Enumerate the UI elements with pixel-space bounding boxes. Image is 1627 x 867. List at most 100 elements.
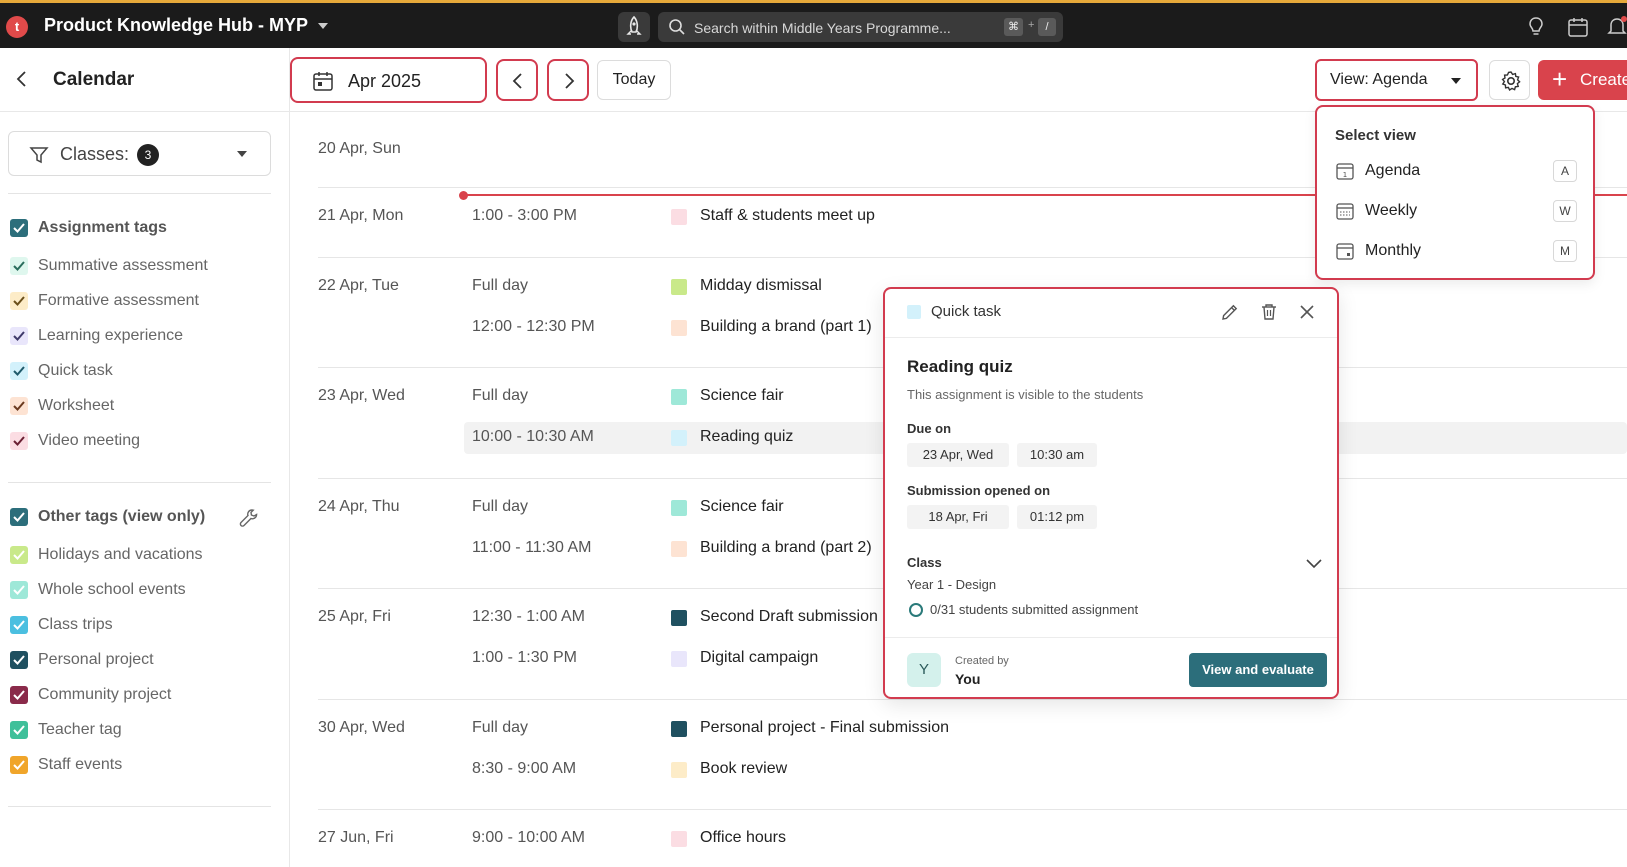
tag-filter-learning-experience[interactable]: Learning experience — [10, 324, 280, 348]
event-title[interactable]: Building a brand (part 1) — [700, 318, 872, 336]
today-button[interactable]: Today — [597, 60, 671, 100]
checkbox[interactable] — [10, 581, 28, 599]
calendar-icon[interactable] — [1567, 16, 1589, 38]
rocket-button[interactable] — [618, 12, 650, 42]
event-title[interactable]: Science fair — [700, 498, 784, 516]
search-placeholder: Search within Middle Years Programme... — [694, 20, 951, 36]
task-visibility-note: This assignment is visible to the studen… — [907, 387, 1144, 402]
event-title[interactable]: Staff & students meet up — [700, 207, 875, 225]
view-option-monthly[interactable]: Monthly M — [1335, 237, 1577, 267]
settings-button[interactable] — [1489, 60, 1530, 100]
checkbox[interactable] — [10, 292, 28, 310]
event-title[interactable]: Midday dismissal — [700, 277, 822, 295]
due-on-label: Due on — [907, 421, 952, 436]
month-picker[interactable]: Apr 2025 — [290, 57, 487, 103]
event-color-swatch — [671, 831, 687, 847]
tag-label: Learning experience — [38, 327, 183, 344]
class-value: Year 1 - Design — [907, 577, 997, 592]
checkmark-icon — [13, 760, 25, 770]
checkbox[interactable] — [10, 756, 28, 774]
view-selector[interactable]: View: Agenda — [1315, 59, 1478, 101]
checkbox[interactable] — [10, 651, 28, 669]
tag-filter-video-meeting[interactable]: Video meeting — [10, 429, 280, 453]
checkmark-icon — [13, 550, 25, 560]
global-search[interactable]: Search within Middle Years Programme... … — [658, 12, 1063, 42]
class-filter-dropdown[interactable]: Classes: 3 — [8, 131, 271, 176]
app-title[interactable]: Product Knowledge Hub - MYP — [44, 15, 308, 36]
event-color-swatch — [671, 541, 687, 557]
event-title[interactable]: Personal project - Final submission — [700, 719, 949, 737]
shortcut-key-cmd: ⌘ — [1004, 18, 1023, 36]
event-color-swatch — [671, 279, 687, 295]
next-month-button[interactable] — [547, 59, 589, 101]
checkbox[interactable] — [10, 686, 28, 704]
submission-progress-ring-icon — [909, 603, 923, 617]
day-label: 24 Apr, Thu — [318, 498, 400, 515]
previous-month-button[interactable] — [496, 59, 538, 101]
event-title[interactable]: Reading quiz — [700, 428, 793, 446]
view-option-weekly[interactable]: Weekly W — [1335, 197, 1577, 227]
view-option-agenda[interactable]: 1 Agenda A — [1335, 157, 1577, 187]
tag-filter-staff-events[interactable]: Staff events — [10, 753, 280, 777]
checkbox[interactable] — [10, 327, 28, 345]
event-color-swatch — [671, 430, 687, 446]
checkbox[interactable] — [10, 257, 28, 275]
checkbox[interactable] — [10, 397, 28, 415]
close-icon[interactable] — [1297, 302, 1317, 322]
submission-time-chip: 01:12 pm — [1017, 505, 1097, 529]
lightbulb-icon[interactable] — [1527, 16, 1545, 38]
event-title[interactable]: Book review — [700, 760, 787, 778]
event-color-swatch — [671, 610, 687, 626]
chevron-down-icon[interactable] — [1305, 557, 1323, 571]
view-and-evaluate-button[interactable]: View and evaluate — [1189, 653, 1327, 687]
created-by-label: Created by — [955, 655, 1009, 667]
view-menu: Select view 1 Agenda A Weekly W Monthly M — [1315, 105, 1595, 280]
chevron-right-icon — [565, 73, 575, 89]
app-switcher-caret-icon[interactable] — [318, 23, 328, 29]
event-title[interactable]: Office hours — [700, 829, 786, 847]
event-title[interactable]: Building a brand (part 2) — [700, 539, 872, 557]
event-time: Full day — [472, 498, 529, 515]
svg-text:1: 1 — [1343, 171, 1347, 179]
checkmark-icon — [13, 401, 25, 411]
tag-group-toggle[interactable]: Other tags (view only) — [10, 505, 280, 529]
tag-filter-holidays-and-vacations[interactable]: Holidays and vacations — [10, 543, 280, 567]
sidebar-divider — [289, 48, 290, 867]
tag-filter-personal-project[interactable]: Personal project — [10, 648, 280, 672]
checkbox[interactable] — [10, 362, 28, 380]
app-logo[interactable]: t — [6, 16, 28, 38]
checkbox[interactable] — [10, 546, 28, 564]
event-title[interactable]: Second Draft submission — [700, 608, 878, 626]
tag-filter-teacher-tag[interactable]: Teacher tag — [10, 718, 280, 742]
notification-bell-icon[interactable] — [1607, 16, 1627, 38]
event-title[interactable]: Science fair — [700, 387, 784, 405]
checkbox[interactable] — [10, 721, 28, 739]
checkbox[interactable] — [10, 508, 28, 526]
tag-filter-community-project[interactable]: Community project — [10, 683, 280, 707]
tag-label: Staff events — [38, 756, 123, 773]
day-label: 23 Apr, Wed — [318, 387, 405, 404]
tag-filter-summative-assessment[interactable]: Summative assessment — [10, 254, 280, 278]
checkbox[interactable] — [10, 432, 28, 450]
checkmark-icon — [13, 366, 25, 376]
checkbox[interactable] — [10, 616, 28, 634]
tag-filter-worksheet[interactable]: Worksheet — [10, 394, 280, 418]
tag-group-toggle[interactable]: Assignment tags — [10, 216, 280, 240]
event-color-swatch — [671, 500, 687, 516]
checkbox[interactable] — [10, 219, 28, 237]
tag-filter-whole-school-events[interactable]: Whole school events — [10, 578, 280, 602]
tag-label: Holidays and vacations — [38, 546, 203, 563]
shortcut-key-badge: W — [1553, 200, 1577, 222]
edit-pencil-icon[interactable] — [1220, 302, 1240, 322]
tag-filter-class-trips[interactable]: Class trips — [10, 613, 280, 637]
tag-filter-quick-task[interactable]: Quick task — [10, 359, 280, 383]
create-button[interactable]: + Create — [1538, 60, 1627, 100]
event-color-swatch — [671, 389, 687, 405]
event-title[interactable]: Digital campaign — [700, 649, 818, 667]
checkmark-icon — [13, 436, 25, 446]
shortcut-key-badge: M — [1553, 240, 1577, 262]
trash-icon[interactable] — [1259, 302, 1279, 322]
tag-filter-formative-assessment[interactable]: Formative assessment — [10, 289, 280, 313]
tag-label: Other tags (view only) — [38, 508, 206, 525]
back-chevron-icon[interactable] — [12, 68, 32, 90]
